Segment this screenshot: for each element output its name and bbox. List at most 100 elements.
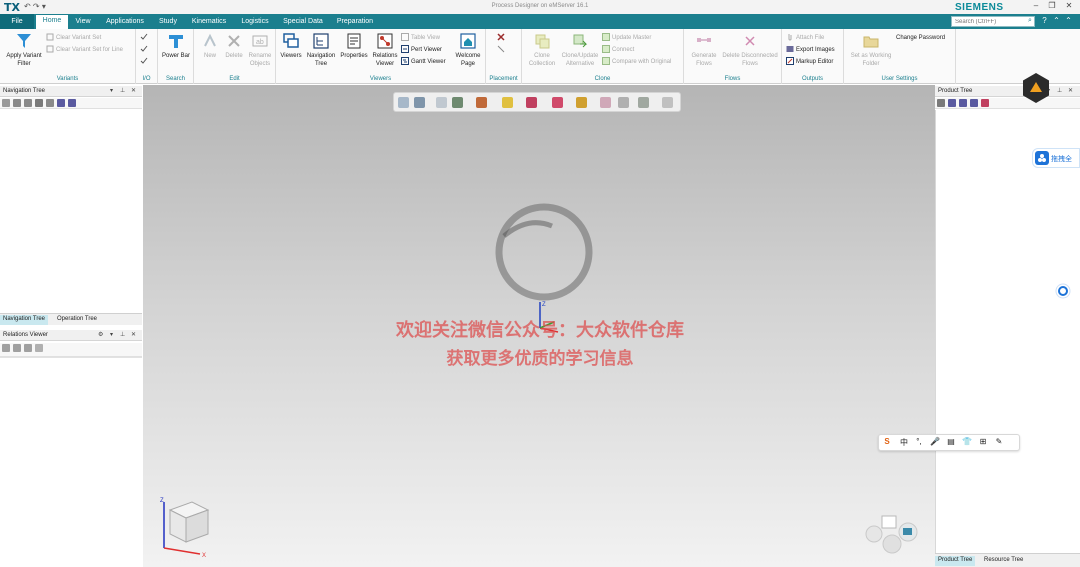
placement-button-2[interactable] [497, 45, 507, 55]
back-icon[interactable] [13, 99, 21, 107]
connect-label: Connect [612, 47, 635, 53]
collapse-ribbon-icon[interactable]: ⌃ [1052, 16, 1061, 25]
clear-variant-set-for-line-button[interactable]: Clear Variant Set for Line [46, 45, 123, 55]
clone-update-alternative-button[interactable]: Clone/Update Alternative [558, 32, 602, 68]
relations-viewer-button[interactable]: Relations Viewer [370, 32, 400, 68]
show-icon[interactable] [948, 99, 956, 107]
display-icon[interactable] [552, 97, 563, 108]
pin-icon[interactable]: ⊥ [1057, 87, 1062, 94]
help-icon[interactable]: ? [1040, 16, 1049, 25]
pin-icon[interactable]: ⊥ [120, 87, 125, 94]
io-button-3[interactable] [140, 57, 150, 67]
navigation-wheel[interactable] [862, 512, 922, 556]
pick-icon[interactable] [576, 97, 587, 108]
tab-logistics[interactable]: Logistics [236, 16, 274, 29]
tab-special-data[interactable]: Special Data [280, 16, 326, 29]
pert-viewer-button[interactable]: Pert Viewer [401, 45, 442, 55]
tab-view[interactable]: View [70, 16, 96, 29]
zoom-icon[interactable] [414, 97, 425, 108]
tab-resource-tree[interactable]: Resource Tree [981, 556, 1026, 566]
microphone-icon[interactable]: 🎤 [929, 437, 941, 446]
home-icon[interactable] [2, 99, 10, 107]
compare-with-original-label: Compare with Original [612, 59, 672, 65]
gantt-viewer-button[interactable]: Gantt Viewer [401, 57, 446, 67]
new-button[interactable]: New [198, 32, 222, 60]
io-button-1[interactable] [140, 33, 150, 43]
view-cube-icon[interactable] [452, 97, 463, 108]
tab-file[interactable]: File [0, 14, 34, 29]
navigation-tree-button[interactable]: Navigation Tree [304, 32, 338, 68]
color-icon[interactable] [981, 99, 989, 107]
markup-editor-button[interactable]: Markup Editor [786, 57, 833, 67]
shading-icon[interactable] [476, 97, 487, 108]
watermark-seal [495, 203, 593, 301]
generate-flows-button[interactable]: Generate Flows [687, 32, 721, 68]
globe-icon[interactable] [35, 99, 43, 107]
tab-applications[interactable]: Applications [100, 16, 150, 29]
delete-disconnected-flows-button[interactable]: Delete Disconnected Flows [719, 32, 781, 68]
compare-with-original-button[interactable]: Compare with Original [602, 57, 671, 67]
panel-close-icon[interactable]: ✕ [131, 87, 136, 94]
io-button-2[interactable] [140, 45, 150, 55]
search-icon[interactable]: ⌕ [1028, 17, 1032, 25]
rename-objects-button[interactable]: ab Rename Objects [246, 32, 274, 68]
sort-icon[interactable] [970, 99, 978, 107]
relations-viewer-content[interactable] [0, 357, 142, 567]
apply-variant-filter-button[interactable]: Apply Variant Filter [3, 32, 45, 68]
handwriting-icon[interactable]: ✎ [993, 437, 1005, 446]
restore-icon[interactable]: ❐ [1046, 1, 1058, 10]
welcome-page-button[interactable]: Welcome Page [452, 32, 484, 68]
forward-icon[interactable] [24, 99, 32, 107]
properties-button[interactable]: Properties [338, 32, 370, 60]
panel-menu-icon[interactable]: ▾ [110, 87, 113, 94]
placement-button-1[interactable] [497, 33, 507, 43]
delete-button[interactable]: Delete [222, 32, 246, 60]
skin-icon[interactable]: 👕 [961, 437, 973, 446]
pan-icon[interactable] [436, 97, 447, 108]
filter-icon[interactable] [57, 99, 65, 107]
layers-icon[interactable] [46, 99, 54, 107]
zoom-to-fit-icon[interactable] [398, 97, 409, 108]
clear-variant-set-button[interactable]: Clear Variant Set [46, 33, 101, 43]
measure-icon[interactable] [618, 97, 629, 108]
tab-preparation[interactable]: Preparation [332, 16, 378, 29]
attach-file-button[interactable]: Attach File [786, 33, 824, 43]
ribbon-options-icon[interactable]: ⌃ [1064, 16, 1073, 25]
panel-close-icon[interactable]: ✕ [1068, 87, 1073, 94]
tree-options-icon[interactable] [937, 99, 945, 107]
clear-variant-set-for-line-label: Clear Variant Set for Line [56, 47, 123, 53]
view-cube[interactable]: Z X [156, 496, 212, 558]
close-icon[interactable]: ✕ [1063, 1, 1075, 10]
minimize-icon[interactable]: – [1030, 1, 1042, 10]
product-tree-content[interactable] [935, 110, 1080, 553]
tab-product-tree[interactable]: Product Tree [935, 556, 976, 566]
change-password-button[interactable]: Change Password [896, 33, 945, 43]
sort-icon[interactable] [68, 99, 76, 107]
ime-logo-icon[interactable]: S [881, 437, 893, 446]
viewers-button[interactable]: Viewers [278, 32, 304, 60]
export-images-button[interactable]: Export Images [786, 45, 835, 55]
clone-collection-button[interactable]: Clone Collection [526, 32, 558, 68]
snap-icon[interactable] [600, 97, 611, 108]
power-bar-button[interactable]: Power Bar [161, 32, 191, 60]
toolbox-icon[interactable]: ⊞ [977, 437, 989, 446]
filter-icon[interactable] [959, 99, 967, 107]
connect-button[interactable]: Connect [602, 45, 634, 55]
set-as-working-folder-button[interactable]: Set as Working Folder [847, 32, 895, 68]
table-view-button[interactable]: Table View [401, 33, 440, 43]
assistant-badge-icon[interactable] [1020, 72, 1052, 104]
marker-icon[interactable] [638, 97, 649, 108]
floating-ball-icon[interactable] [1055, 283, 1071, 299]
update-master-button[interactable]: Update Master [602, 33, 651, 43]
navigation-tree-content[interactable] [0, 110, 142, 313]
ime-punctuation-icon[interactable]: °, [913, 437, 925, 446]
light-icon[interactable] [502, 97, 513, 108]
tab-kinematics[interactable]: Kinematics [188, 16, 230, 29]
ribbon-search-input[interactable] [951, 16, 1035, 27]
placement-icon[interactable] [662, 97, 673, 108]
tab-study[interactable]: Study [154, 16, 182, 29]
section-icon[interactable] [526, 97, 537, 108]
ime-chinese-mode[interactable]: 中 [898, 437, 910, 448]
keyboard-icon[interactable]: ▤ [945, 437, 957, 446]
tab-home[interactable]: Home [36, 15, 68, 29]
